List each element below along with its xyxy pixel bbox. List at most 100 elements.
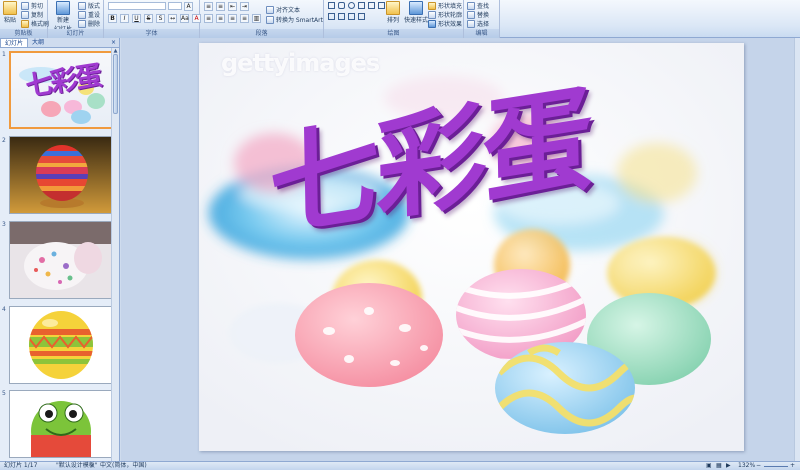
view-normal-button[interactable]: ▣	[706, 462, 712, 470]
view-slideshow-button[interactable]: ▶	[726, 462, 731, 470]
font-size-combo[interactable]	[168, 2, 182, 10]
shape-outline-button[interactable]: 形状轮廓	[428, 10, 462, 19]
rectangle-shape-icon	[328, 2, 335, 9]
format-painter-button[interactable]: 格式刷	[21, 19, 49, 28]
gettyimages-watermark: gettyimages	[221, 49, 380, 77]
slide-scrollbar[interactable]	[794, 38, 800, 461]
rounded-rectangle-shape-icon	[338, 2, 345, 9]
thumb-number-2: 2	[2, 137, 6, 144]
replace-button[interactable]: 替换	[467, 10, 489, 19]
thumb-number-3: 3	[2, 221, 6, 228]
slide-thumbnail-4[interactable]	[9, 306, 113, 384]
editing-group-label: 编辑	[464, 29, 499, 38]
slide-thumbnail-2[interactable]	[9, 136, 113, 214]
convert-smartart-label: 转换为 SmartArt	[276, 17, 323, 24]
ribbon: 粘贴 剪切 复制 格式刷 剪贴板 新建 幻灯片 版式 重设	[0, 0, 800, 38]
arrange-label: 排列	[386, 17, 399, 24]
view-sorter-button[interactable]: ▦	[716, 462, 722, 470]
shapes-gallery[interactable]	[328, 2, 386, 9]
change-case-button[interactable]: Aa	[180, 14, 189, 23]
font-name-combo[interactable]	[108, 2, 166, 10]
grow-font-button[interactable]: A	[184, 2, 194, 11]
zoom-slider[interactable]	[764, 466, 788, 467]
editing-group: 查找 替换 选择 编辑	[464, 0, 500, 38]
arrange-button[interactable]: 排列	[386, 1, 400, 24]
increase-indent-button[interactable]: ⇥	[240, 2, 249, 11]
delete-button[interactable]: 删除	[78, 19, 100, 28]
bullets-button[interactable]: ≡	[204, 2, 213, 11]
quick-styles-label: 快速样式	[404, 17, 429, 24]
shape-fill-button[interactable]: 形状填充	[428, 1, 462, 10]
slide-thumbnail-3[interactable]	[9, 221, 113, 299]
bold-button[interactable]: B	[108, 14, 117, 23]
zoom-level[interactable]: 132%	[738, 462, 755, 470]
columns-button[interactable]: ▥	[252, 14, 261, 23]
brace-shape-icon	[358, 13, 365, 20]
slide-thumbnail-5[interactable]	[9, 390, 113, 458]
clipboard-group-label: 剪贴板	[0, 29, 47, 38]
layout-button[interactable]: 版式	[78, 1, 100, 10]
copy-button[interactable]: 复制	[21, 10, 43, 19]
font-format-row: B I U S S ↔ Aa A	[108, 14, 202, 23]
strikethrough-button[interactable]: S	[144, 14, 153, 23]
triangle-shape-icon	[358, 2, 365, 9]
align-text-label: 对齐文本	[276, 7, 301, 14]
effects-icon	[428, 19, 436, 28]
zoom-in-button[interactable]: +	[790, 462, 795, 470]
reset-button[interactable]: 重设	[78, 10, 100, 19]
thumbnail-2-image	[10, 137, 112, 213]
justify-button[interactable]: ≡	[240, 14, 249, 23]
drawing-group-label: 绘图	[324, 29, 463, 38]
font-group-label: 字体	[104, 29, 199, 38]
layout-icon	[78, 1, 86, 10]
oval-shape-icon	[348, 2, 355, 9]
select-label: 选择	[477, 21, 490, 28]
spellcheck-icon[interactable]: ✓	[90, 462, 95, 470]
close-icon[interactable]: ×	[111, 38, 116, 47]
convert-smartart-button[interactable]: 转换为 SmartArt	[266, 15, 323, 24]
paragraph-group: ≡ ≡ ⇤ ⇥ ≡ ≡ ≡ ≡ ▥ 对齐文本 转换为 SmartArt 段落	[200, 0, 324, 38]
binoculars-icon	[467, 1, 475, 10]
paste-button[interactable]: 粘贴	[3, 1, 17, 24]
shadow-button[interactable]: S	[156, 14, 165, 23]
arrow-shape-icon	[378, 2, 385, 9]
find-button[interactable]: 查找	[467, 1, 489, 10]
slides-pane: 幻灯片 大纲 × 1 七彩蛋 2 3 4 5 ▲	[0, 38, 120, 461]
select-button[interactable]: 选择	[467, 19, 489, 28]
callout-shape-icon	[338, 13, 345, 20]
pane-scrollbar-thumb[interactable]	[113, 54, 118, 114]
shape-effects-button[interactable]: 形状效果	[428, 19, 462, 28]
pane-scrollbar[interactable]: ▲	[111, 48, 119, 461]
quick-styles-button[interactable]: 快速样式	[404, 1, 428, 24]
align-text-button[interactable]: 对齐文本	[266, 5, 300, 14]
decrease-indent-button[interactable]: ⇤	[228, 2, 237, 11]
cut-button[interactable]: 剪切	[21, 1, 43, 10]
slides-group: 新建 幻灯片 版式 重设 删除 幻灯片	[48, 0, 104, 38]
pen-icon	[428, 10, 436, 19]
scissors-icon	[21, 1, 29, 10]
reset-icon	[78, 10, 86, 19]
thumbnail-5-image	[10, 391, 112, 457]
thumb-number-5: 5	[2, 390, 6, 397]
tab-slides[interactable]: 幻灯片	[0, 38, 29, 47]
shape-effects-label: 形状效果	[438, 21, 463, 28]
drawing-group: 排列 快速样式 形状填充 形状轮廓 形状效果 绘图	[324, 0, 464, 38]
align-center-button[interactable]: ≡	[216, 14, 225, 23]
brush-icon	[21, 19, 29, 28]
main-slide[interactable]: gettyimages 七彩蛋	[199, 43, 744, 451]
align-left-button[interactable]: ≡	[204, 14, 213, 23]
thumbnail-4-image	[10, 307, 112, 383]
align-right-button[interactable]: ≡	[228, 14, 237, 23]
zoom-out-button[interactable]: −	[756, 462, 761, 470]
italic-button[interactable]: I	[120, 14, 129, 23]
tab-outline[interactable]: 大纲	[28, 38, 48, 47]
slide-thumbnail-1[interactable]: 七彩蛋	[9, 51, 113, 129]
shapes-gallery-row-2[interactable]	[328, 13, 366, 20]
new-slide-icon	[56, 1, 70, 15]
language: 中文(简体，中国)	[100, 462, 147, 469]
char-spacing-button[interactable]: ↔	[168, 14, 177, 23]
arrange-icon	[386, 1, 400, 15]
underline-button[interactable]: U	[132, 14, 141, 23]
numbering-button[interactable]: ≡	[216, 2, 225, 11]
paragraph-row-2: ≡ ≡ ≡ ≡ ▥	[204, 14, 262, 23]
